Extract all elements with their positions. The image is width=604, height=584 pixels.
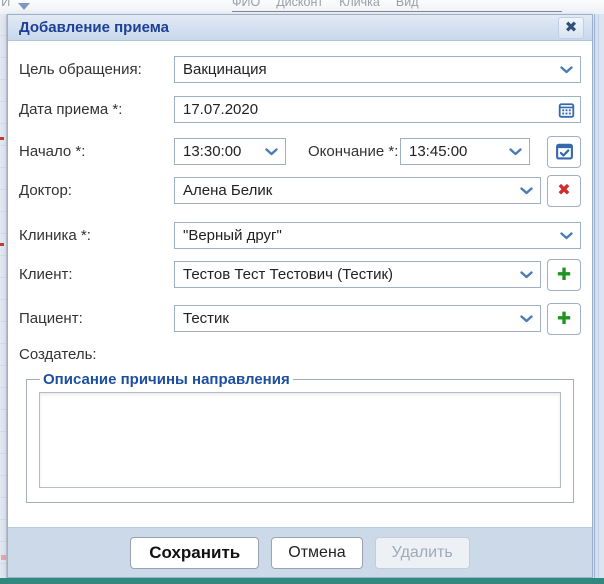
background-mark: [1, 555, 6, 560]
chevron-down-icon: [560, 66, 573, 74]
chevron-down-icon: [520, 187, 533, 195]
bg-column-fio: ФИО: [232, 0, 260, 9]
chevron-down-icon: [560, 232, 573, 240]
background-left-edge: [0, 14, 7, 578]
patient-value: Тестик: [183, 310, 229, 327]
row-time: Начало *: 13:30:00 Окончание *: 13:45:00: [19, 138, 581, 165]
client-label: Клиент:: [19, 266, 174, 283]
doctor-label: Доктор:: [19, 182, 174, 199]
client-value: Тестов Тест Тестович (Тестик): [183, 266, 393, 283]
end-label: Окончание *:: [308, 143, 400, 160]
creator-label: Создатель:: [19, 346, 174, 363]
delete-button[interactable]: Удалить: [375, 537, 470, 569]
end-time-value: 13:45:00: [409, 143, 467, 160]
bottom-teal-bar: [0, 578, 604, 584]
dialog-footer: Сохранить Отмена Удалить: [8, 527, 592, 577]
row-doctor: Доктор: Алена Белик ✖: [19, 177, 581, 204]
date-value: 17.07.2020: [183, 101, 258, 118]
start-time-value: 13:30:00: [183, 143, 241, 160]
plus-icon: ✚: [557, 310, 571, 327]
patient-combobox[interactable]: Тестик: [174, 305, 541, 332]
row-creator: Создатель:: [19, 345, 581, 363]
background-partial-text: И: [1, 0, 10, 9]
description-legend: Описание причины направления: [40, 371, 293, 388]
patient-label: Пациент:: [19, 310, 174, 327]
date-input[interactable]: 17.07.2020: [174, 96, 581, 123]
bg-column-discount: Дисконт: [276, 0, 323, 9]
close-icon: ✖: [565, 20, 578, 35]
clinic-label: Клиника *:: [19, 227, 174, 244]
row-date: Дата приема *: 17.07.2020: [19, 96, 581, 123]
sort-indicator-icon[interactable]: [18, 3, 30, 10]
remove-x-icon: ✖: [557, 183, 570, 199]
background-mark: [0, 137, 4, 140]
add-patient-button[interactable]: ✚: [547, 303, 581, 335]
chevron-down-icon: [520, 271, 533, 279]
bg-column-nickname: Кличка: [339, 0, 380, 9]
clinic-value: "Верный друг": [183, 227, 282, 244]
description-textarea[interactable]: [39, 392, 561, 488]
background-right-edge: [594, 14, 604, 578]
client-combobox[interactable]: Тестов Тест Тестович (Тестик): [174, 261, 541, 288]
purpose-combobox[interactable]: Вакцинация: [174, 56, 581, 83]
dialog-title: Добавление приема: [19, 19, 558, 36]
doctor-value: Алена Белик: [183, 182, 272, 199]
doctor-combobox[interactable]: Алена Белик: [174, 177, 541, 204]
bg-header-underline: [232, 11, 562, 12]
background-table-header-strip: И ФИО Дисконт Кличка Вид: [0, 0, 604, 14]
purpose-label: Цель обращения:: [19, 61, 174, 78]
background-mark: [0, 243, 4, 246]
start-time-combobox[interactable]: 13:30:00: [174, 138, 286, 165]
row-clinic: Клиника *: "Верный друг": [19, 222, 581, 249]
clinic-combobox[interactable]: "Верный друг": [174, 222, 581, 249]
bg-column-kind: Вид: [396, 0, 419, 9]
close-button[interactable]: ✖: [558, 17, 584, 39]
row-client: Клиент: Тестов Тест Тестович (Тестик) ✚: [19, 261, 581, 288]
chevron-down-icon: [520, 315, 533, 323]
chevron-down-icon: [265, 148, 278, 156]
start-label: Начало *:: [19, 143, 174, 160]
row-patient: Пациент: Тестик ✚: [19, 305, 581, 332]
screen: И ФИО Дисконт Кличка Вид Добавление прие…: [0, 0, 604, 584]
remove-doctor-button[interactable]: ✖: [547, 175, 581, 207]
dialog-add-appointment: Добавление приема ✖ Цель обращения: Вакц…: [7, 14, 593, 578]
calendar-check-icon: [555, 142, 574, 161]
date-picker-button[interactable]: [558, 101, 575, 118]
chevron-down-icon: [509, 148, 522, 156]
dialog-body: Цель обращения: Вакцинация Дата приема *…: [8, 41, 592, 503]
calendar-icon: [558, 101, 575, 118]
add-client-button[interactable]: ✚: [547, 259, 581, 291]
date-label: Дата приема *:: [19, 101, 174, 118]
plus-icon: ✚: [557, 266, 571, 283]
purpose-value: Вакцинация: [183, 61, 267, 78]
row-purpose: Цель обращения: Вакцинация: [19, 56, 581, 83]
dialog-title-bar: Добавление приема ✖: [8, 15, 592, 41]
end-time-combobox[interactable]: 13:45:00: [400, 138, 530, 165]
schedule-button[interactable]: [547, 136, 581, 168]
description-fieldset: Описание причины направления: [26, 371, 574, 503]
cancel-button[interactable]: Отмена: [271, 537, 362, 569]
save-button[interactable]: Сохранить: [130, 537, 259, 569]
